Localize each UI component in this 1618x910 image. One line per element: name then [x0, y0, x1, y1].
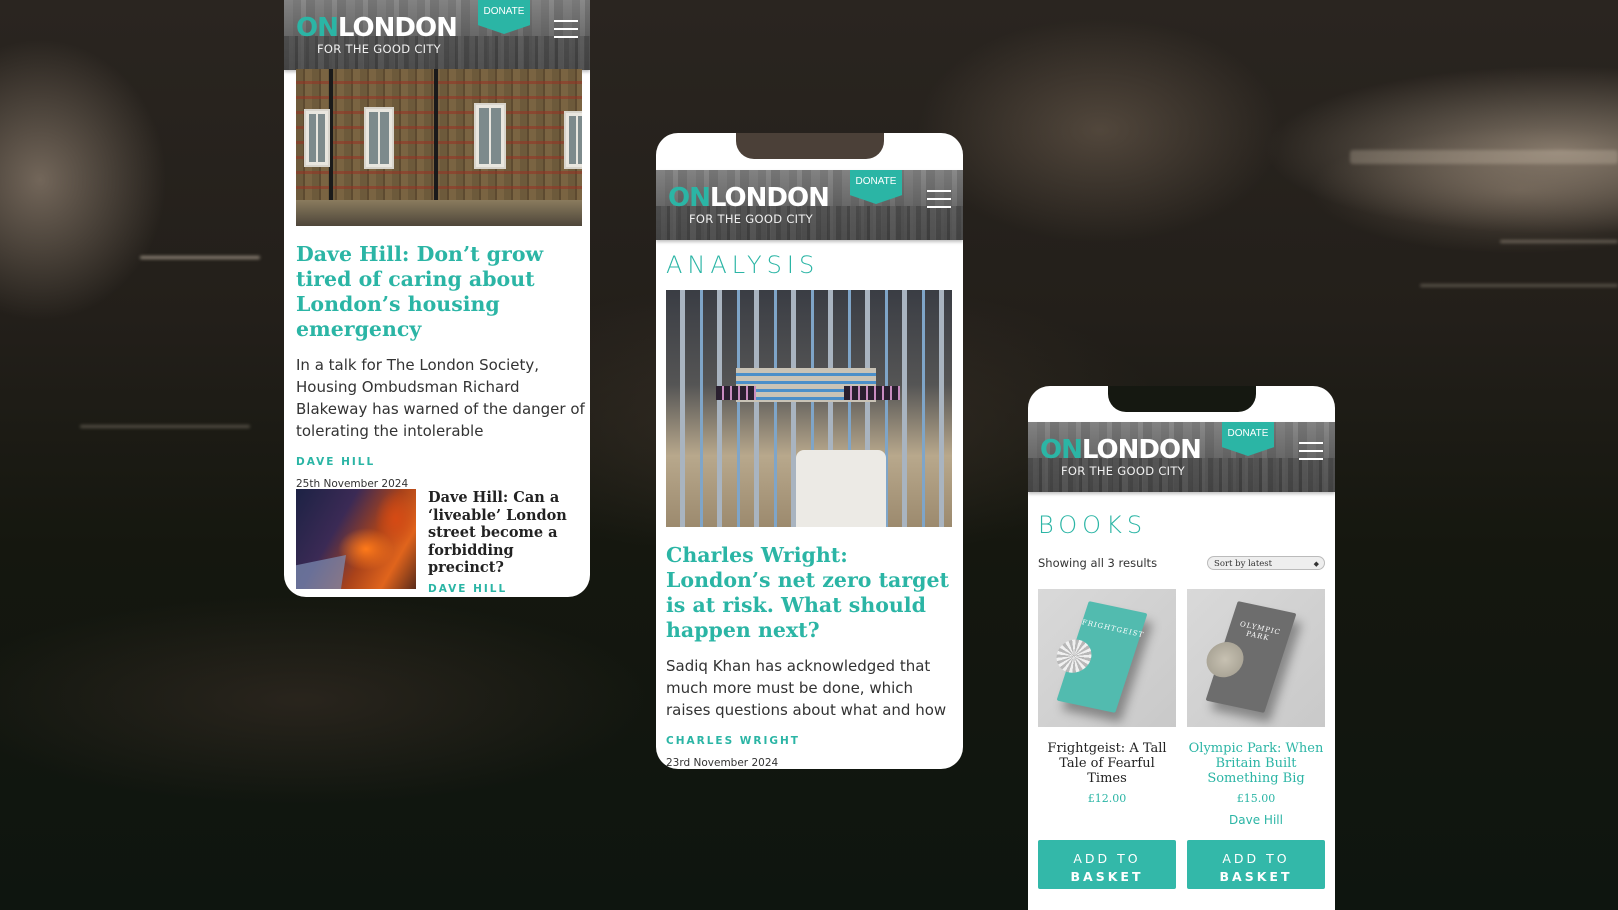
- article-headline[interactable]: Dave Hill: Don’t grow tired of caring ab…: [296, 242, 586, 342]
- site-header: ONLONDON FOR THE GOOD CITY DONATE: [1028, 422, 1335, 492]
- add-to-basket-button[interactable]: ADD TO BASKET: [1038, 840, 1176, 889]
- background-streak: [80, 425, 250, 428]
- phone-notch: [1107, 386, 1256, 412]
- site-header: ONLONDON FOR THE GOOD CITY DONATE: [656, 170, 963, 240]
- background-streak: [140, 256, 260, 259]
- article-headline[interactable]: Charles Wright: London’s net zero target…: [666, 543, 956, 643]
- site-logo[interactable]: ONLONDON: [1040, 436, 1202, 464]
- phone-mockup-home: ONLONDON FOR THE GOOD CITY DONATE Dave H…: [284, 0, 590, 597]
- donate-button[interactable]: DONATE: [478, 0, 530, 34]
- product-image[interactable]: FRIGHTGEIST: [1038, 589, 1176, 727]
- product-author[interactable]: Dave Hill: [1187, 813, 1325, 827]
- product-price: £12.00: [1087, 792, 1127, 805]
- phone-mockup-analysis: ONLONDON FOR THE GOOD CITY DONATE ANALYS…: [656, 133, 963, 769]
- section-title: BOOKS: [1038, 511, 1148, 539]
- article-byline[interactable]: DAVE HILL: [296, 456, 586, 468]
- sort-select[interactable]: Sort by latest ◆: [1207, 556, 1325, 570]
- shop-toolbar: Showing all 3 results Sort by latest ◆: [1038, 554, 1325, 574]
- article-image-scaffolding[interactable]: [666, 290, 952, 527]
- section-title: ANALYSIS: [666, 251, 820, 279]
- article-image-brick-house[interactable]: [296, 69, 582, 226]
- product-image[interactable]: OLYMPIC PARK: [1187, 589, 1325, 727]
- hamburger-menu-icon[interactable]: [927, 190, 951, 208]
- add-to-basket-button[interactable]: ADD TO BASKET: [1187, 840, 1325, 889]
- background-streak: [1500, 240, 1618, 243]
- article-byline[interactable]: CHARLES WRIGHT: [666, 735, 956, 747]
- site-tagline: FOR THE GOOD CITY: [689, 212, 814, 226]
- site-logo[interactable]: ONLONDON: [668, 184, 830, 212]
- product-name[interactable]: Frightgeist: A Tall Tale of Fearful Time…: [1038, 741, 1176, 786]
- site-tagline: FOR THE GOOD CITY: [317, 42, 442, 56]
- product-card: OLYMPIC PARK Olympic Park: When Britain …: [1187, 589, 1325, 827]
- phone-mockup-books: ONLONDON FOR THE GOOD CITY DONATE BOOKS …: [1028, 386, 1335, 910]
- background-streak: [1350, 150, 1618, 164]
- hamburger-menu-icon[interactable]: [554, 20, 578, 38]
- product-card: FRIGHTGEIST Frightgeist: A Tall Tale of …: [1038, 589, 1176, 805]
- site-logo[interactable]: ONLONDON: [296, 14, 458, 42]
- article-date: 23rd November 2024: [666, 757, 779, 769]
- lead-article: Dave Hill: Don’t grow tired of caring ab…: [296, 242, 586, 490]
- secondary-article: Dave Hill: Can a ‘liveable’ London stree…: [428, 489, 584, 595]
- article-standfirst: In a talk for The London Society, Housin…: [296, 356, 585, 440]
- site-tagline: FOR THE GOOD CITY: [1061, 464, 1186, 478]
- featured-article: Charles Wright: London’s net zero target…: [666, 543, 956, 769]
- donate-button[interactable]: DONATE: [850, 170, 902, 204]
- secondary-article-byline[interactable]: DAVE HILL: [428, 583, 584, 595]
- product-price: £15.00: [1236, 792, 1276, 805]
- secondary-article-headline[interactable]: Dave Hill: Can a ‘liveable’ London stree…: [428, 489, 584, 577]
- product-name[interactable]: Olympic Park: When Britain Built Somethi…: [1187, 741, 1325, 786]
- results-count: Showing all 3 results: [1038, 556, 1158, 570]
- select-arrows-icon: ◆: [1313, 560, 1319, 568]
- phone-notch: [735, 133, 884, 159]
- article-standfirst: Sadiq Khan has acknowledged that much mo…: [666, 657, 947, 719]
- hamburger-menu-icon[interactable]: [1299, 442, 1323, 460]
- donate-button[interactable]: DONATE: [1222, 422, 1274, 456]
- site-header: ONLONDON FOR THE GOOD CITY DONATE: [284, 0, 590, 70]
- article-thumbnail-fire[interactable]: [296, 489, 416, 589]
- background-streak: [1420, 284, 1618, 287]
